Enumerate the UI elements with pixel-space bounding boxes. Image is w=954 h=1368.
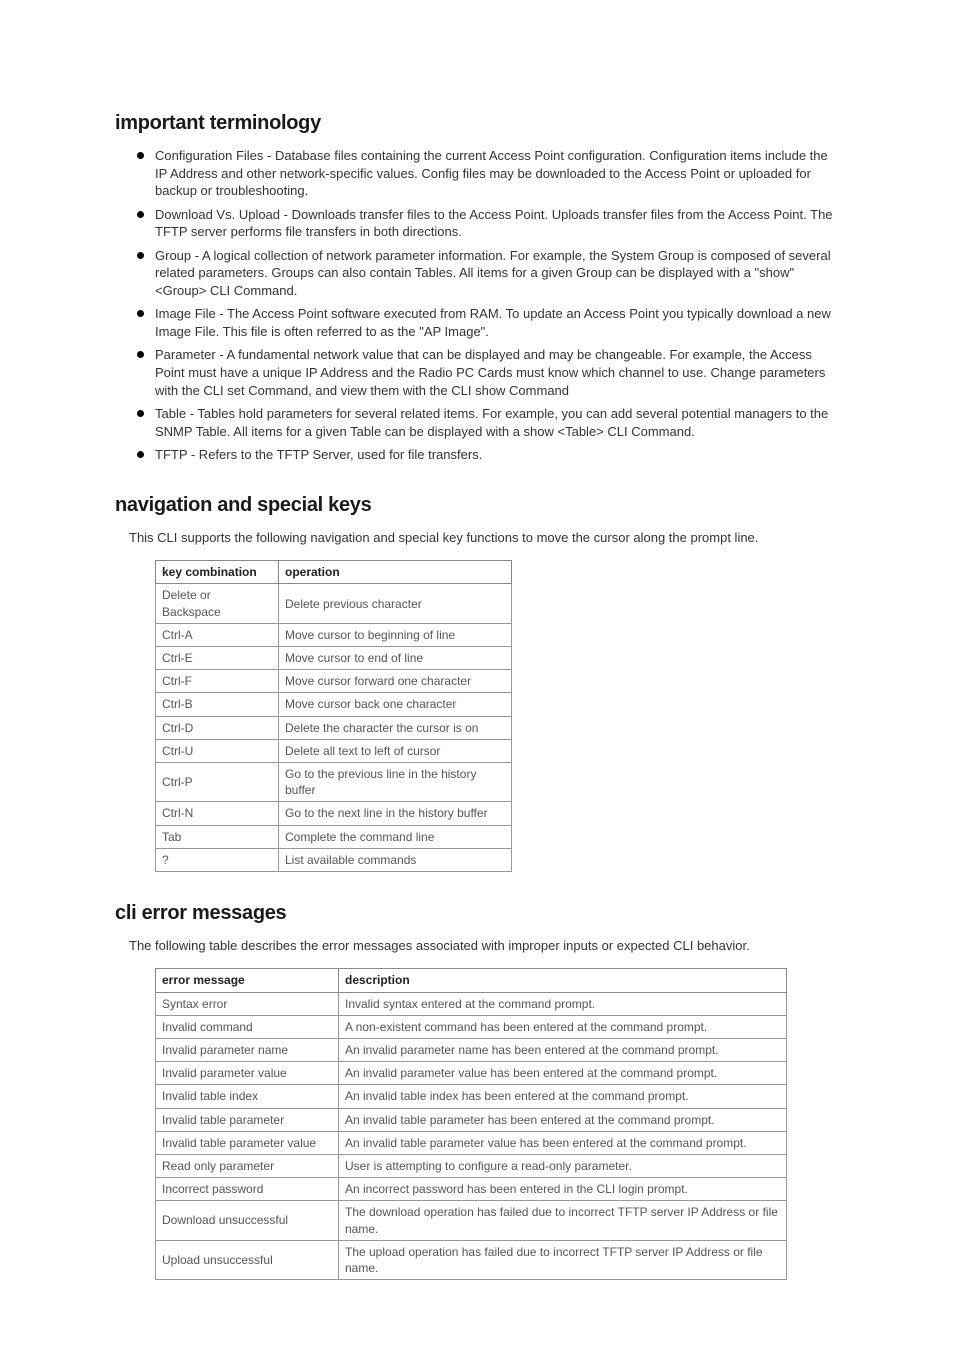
table-cell: Read only parameter [156, 1154, 339, 1177]
table-cell: An invalid parameter name has been enter… [339, 1039, 787, 1062]
table-cell: Move cursor forward one character [279, 670, 512, 693]
table-cell: User is attempting to configure a read-o… [339, 1154, 787, 1177]
table-row: Ctrl-NGo to the next line in the history… [156, 802, 512, 825]
table-cell: Upload unsuccessful [156, 1240, 339, 1279]
table-cell: Delete the character the cursor is on [279, 716, 512, 739]
table-cell: Ctrl-D [156, 716, 279, 739]
table-row: Invalid table parameter valueAn invalid … [156, 1131, 787, 1154]
table-row: Ctrl-FMove cursor forward one character [156, 670, 512, 693]
navigation-intro: This CLI supports the following navigati… [129, 529, 839, 547]
navigation-heading: navigation and special keys [115, 492, 839, 519]
terminology-item: Group - A logical collection of network … [137, 247, 839, 300]
table-cell: Delete or Backspace [156, 584, 279, 623]
nav-header-op: operation [279, 561, 512, 584]
table-row: ?List available commands [156, 848, 512, 871]
table-cell: Ctrl-F [156, 670, 279, 693]
table-row: Invalid parameter nameAn invalid paramet… [156, 1039, 787, 1062]
table-cell: Incorrect password [156, 1178, 339, 1201]
table-cell: Complete the command line [279, 825, 512, 848]
table-cell: Delete previous character [279, 584, 512, 623]
table-row: Delete or BackspaceDelete previous chara… [156, 584, 512, 623]
errors-section: cli error messages The following table d… [115, 900, 839, 1280]
table-cell: Move cursor to beginning of line [279, 623, 512, 646]
table-row: Ctrl-UDelete all text to left of cursor [156, 739, 512, 762]
terminology-item: Parameter - A fundamental network value … [137, 346, 839, 399]
table-cell: Invalid syntax entered at the command pr… [339, 992, 787, 1015]
table-row: Upload unsuccessfulThe upload operation … [156, 1240, 787, 1279]
table-cell: Invalid table parameter value [156, 1131, 339, 1154]
terminology-list: Configuration Files - Database files con… [137, 147, 839, 464]
table-row: Read only parameterUser is attempting to… [156, 1154, 787, 1177]
table-cell: Go to the previous line in the history b… [279, 762, 512, 801]
table-cell: The download operation has failed due to… [339, 1201, 787, 1240]
table-cell: Delete all text to left of cursor [279, 739, 512, 762]
table-header-row: key combination operation [156, 561, 512, 584]
err-header-desc: description [339, 969, 787, 992]
table-row: Invalid table indexAn invalid table inde… [156, 1085, 787, 1108]
table-cell: Move cursor back one character [279, 693, 512, 716]
table-cell: Ctrl-P [156, 762, 279, 801]
table-cell: Ctrl-U [156, 739, 279, 762]
table-row: Syntax errorInvalid syntax entered at th… [156, 992, 787, 1015]
terminology-item: Image File - The Access Point software e… [137, 305, 839, 340]
table-cell: Ctrl-B [156, 693, 279, 716]
terminology-item: Download Vs. Upload - Downloads transfer… [137, 206, 839, 241]
table-cell: Invalid parameter name [156, 1039, 339, 1062]
terminology-item: TFTP - Refers to the TFTP Server, used f… [137, 446, 839, 464]
terminology-item: Configuration Files - Database files con… [137, 147, 839, 200]
errors-table-body: Syntax errorInvalid syntax entered at th… [156, 992, 787, 1279]
terminology-heading: important terminology [115, 110, 839, 137]
errors-intro: The following table describes the error … [129, 937, 839, 955]
table-cell: Invalid parameter value [156, 1062, 339, 1085]
navigation-table-body: Delete or BackspaceDelete previous chara… [156, 584, 512, 871]
table-cell: The upload operation has failed due to i… [339, 1240, 787, 1279]
nav-header-key: key combination [156, 561, 279, 584]
table-cell: List available commands [279, 848, 512, 871]
terminology-section: important terminology Configuration File… [115, 110, 839, 464]
err-header-msg: error message [156, 969, 339, 992]
table-cell: Download unsuccessful [156, 1201, 339, 1240]
table-cell: An invalid parameter value has been ente… [339, 1062, 787, 1085]
table-row: Invalid parameter valueAn invalid parame… [156, 1062, 787, 1085]
table-row: Ctrl-BMove cursor back one character [156, 693, 512, 716]
navigation-table: key combination operation Delete or Back… [155, 560, 512, 872]
table-cell: An incorrect password has been entered i… [339, 1178, 787, 1201]
table-row: Invalid table parameterAn invalid table … [156, 1108, 787, 1131]
table-row: Ctrl-PGo to the previous line in the his… [156, 762, 512, 801]
table-cell: Move cursor to end of line [279, 647, 512, 670]
table-cell: Ctrl-E [156, 647, 279, 670]
table-cell: ? [156, 848, 279, 871]
table-cell: Invalid command [156, 1015, 339, 1038]
table-row: Invalid commandA non-existent command ha… [156, 1015, 787, 1038]
table-cell: Go to the next line in the history buffe… [279, 802, 512, 825]
table-row: Ctrl-AMove cursor to beginning of line [156, 623, 512, 646]
errors-heading: cli error messages [115, 900, 839, 927]
table-cell: Tab [156, 825, 279, 848]
table-cell: Invalid table index [156, 1085, 339, 1108]
table-row: Ctrl-EMove cursor to end of line [156, 647, 512, 670]
table-cell: An invalid table parameter has been ente… [339, 1108, 787, 1131]
table-cell: An invalid table index has been entered … [339, 1085, 787, 1108]
terminology-item: Table - Tables hold parameters for sever… [137, 405, 839, 440]
table-cell: Invalid table parameter [156, 1108, 339, 1131]
errors-table: error message description Syntax errorIn… [155, 968, 787, 1280]
table-cell: Syntax error [156, 992, 339, 1015]
table-cell: A non-existent command has been entered … [339, 1015, 787, 1038]
table-row: Ctrl-DDelete the character the cursor is… [156, 716, 512, 739]
table-header-row: error message description [156, 969, 787, 992]
table-cell: An invalid table parameter value has bee… [339, 1131, 787, 1154]
table-row: Download unsuccessfulThe download operat… [156, 1201, 787, 1240]
navigation-section: navigation and special keys This CLI sup… [115, 492, 839, 872]
table-cell: Ctrl-N [156, 802, 279, 825]
table-row: TabComplete the command line [156, 825, 512, 848]
table-cell: Ctrl-A [156, 623, 279, 646]
table-row: Incorrect passwordAn incorrect password … [156, 1178, 787, 1201]
